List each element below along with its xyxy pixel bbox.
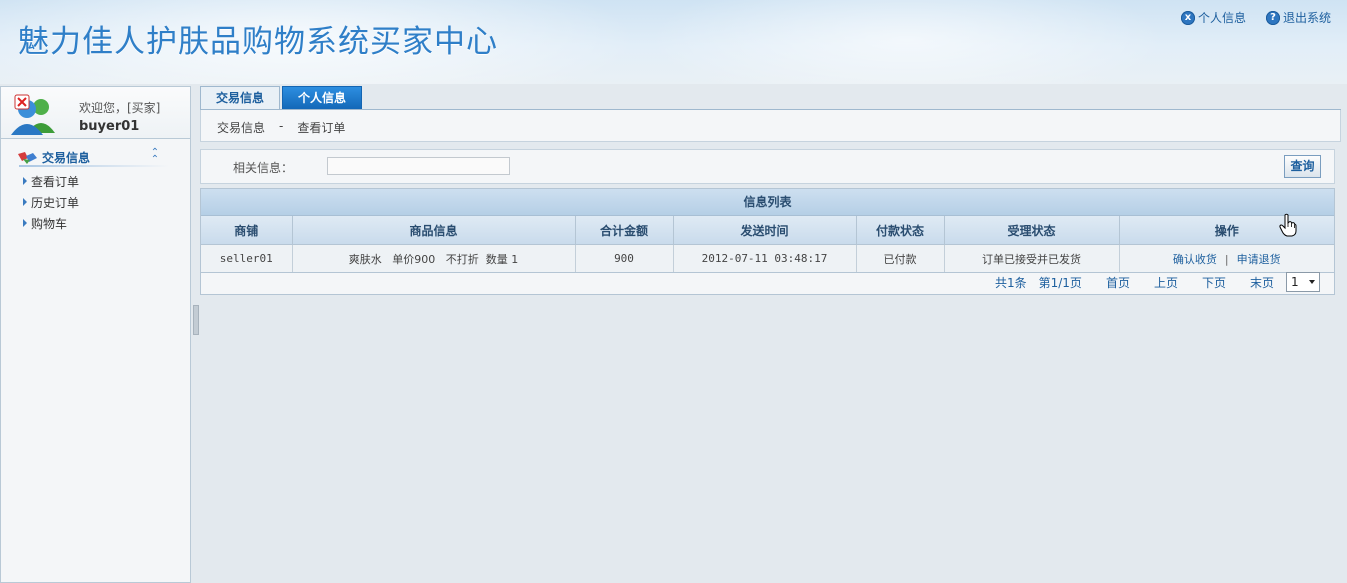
menu-group-label: 交易信息 (42, 151, 91, 165)
close-circle-icon: x (1180, 10, 1195, 25)
page-select-value: 1 (1291, 275, 1299, 289)
column-header: 付款状态 (856, 216, 945, 245)
personal-info-link[interactable]: x 个人信息 (1180, 9, 1246, 26)
search-panel: 相关信息： 查询 (200, 149, 1335, 184)
cell-time: 2012-07-11 03:48:17 (673, 244, 857, 273)
chevron-down-icon (1309, 280, 1315, 284)
sidebar-item-label: 查看订单 (31, 174, 80, 189)
order-list-panel: 信息列表 商铺 商品信息 合计金额 发送时间 付款状态 受理状态 操作 sell… (200, 188, 1335, 295)
triangle-right-icon (23, 219, 27, 227)
column-header: 发送时间 (673, 216, 857, 245)
search-input[interactable] (327, 157, 510, 175)
menu-group-divider (19, 165, 169, 167)
page-header: 魅力佳人护肤品购物系统买家中心 x 个人信息 ? 退出系统 (0, 0, 1347, 84)
sidebar-collapse-handle[interactable] (193, 305, 199, 335)
username: buyer01 (79, 119, 140, 134)
column-header: 商品信息 (292, 216, 576, 245)
cell-shop: seller01 (201, 244, 293, 273)
cell-pay-status: 已付款 (856, 244, 945, 273)
sidebar-item-label: 历史订单 (31, 195, 80, 210)
triangle-right-icon (23, 198, 27, 206)
pager-page-info: 第1/1页 (1038, 275, 1082, 290)
cell-actions: 确认收货 | 申请退货 (1119, 244, 1334, 273)
sidebar-item-order-history[interactable]: 历史订单 (23, 193, 79, 211)
users-avatar-icon (11, 94, 55, 135)
sidebar-item-view-orders[interactable]: 查看订单 (23, 172, 79, 190)
pager-last-link[interactable]: 末页 (1250, 274, 1274, 291)
confirm-receipt-link[interactable]: 确认收货 (1173, 253, 1217, 266)
logout-label: 退出系统 (1282, 11, 1331, 25)
request-return-link[interactable]: 申请退货 (1237, 253, 1281, 266)
column-header: 合计金额 (575, 216, 674, 245)
column-header: 操作 (1119, 216, 1334, 245)
header-links: x 个人信息 ? 退出系统 (1180, 9, 1331, 26)
pager-first-link[interactable]: 首页 (1106, 274, 1130, 291)
sidebar-item-cart[interactable]: 购物车 (23, 214, 67, 232)
breadcrumb-bar: 交易信息 - 查看订单 (200, 110, 1341, 142)
sidebar-item-label: 购物车 (31, 216, 68, 231)
table-header-row: 商铺 商品信息 合计金额 发送时间 付款状态 受理状态 操作 (201, 216, 1334, 245)
list-title: 信息列表 (201, 189, 1334, 216)
user-box: 欢迎您，[买家] buyer01 (1, 87, 190, 139)
orders-table: 商铺 商品信息 合计金额 发送时间 付款状态 受理状态 操作 seller01 … (201, 216, 1334, 273)
column-header: 受理状态 (944, 216, 1120, 245)
sidebar: 欢迎您，[买家] buyer01 交易信息 ⌃ ⌃ 查看订单 历史订单 购物车 (0, 86, 191, 583)
page-select[interactable]: 1 (1286, 272, 1320, 292)
breadcrumb-separator: - (279, 119, 284, 133)
pager-next-link[interactable]: 下页 (1202, 274, 1226, 291)
action-separator: | (1224, 252, 1229, 266)
cell-total: 900 (575, 244, 674, 273)
tab-trade-info[interactable]: 交易信息 (200, 86, 280, 110)
breadcrumb-page: 查看订单 (297, 121, 346, 135)
logout-link[interactable]: ? 退出系统 (1265, 9, 1331, 26)
search-label: 相关信息： (233, 161, 294, 175)
personal-info-label: 个人信息 (1197, 11, 1246, 25)
help-circle-icon: ? (1265, 10, 1280, 25)
triangle-right-icon (23, 177, 27, 185)
hand-pointer-icon (1279, 213, 1297, 237)
breadcrumb: 交易信息 - 查看订单 (217, 119, 345, 136)
breadcrumb-section: 交易信息 (217, 121, 266, 135)
pager-total: 共1条 (994, 275, 1027, 290)
double-chevron-up-icon[interactable]: ⌃ ⌃ (149, 148, 161, 165)
tab-personal-info[interactable]: 个人信息 (282, 86, 362, 110)
app-title: 魅力佳人护肤品购物系统买家中心 (18, 24, 498, 60)
menu-group-trade[interactable]: 交易信息 ⌃ ⌃ (1, 147, 190, 167)
column-header: 商铺 (201, 216, 293, 245)
cell-product: 爽肤水 单价900 不打折 数量 1 (292, 244, 576, 273)
pagination: 共1条 第1/1页 首页 上页 下页 末页 1 (995, 272, 1320, 292)
cell-process-status: 订单已接受并已发货 (944, 244, 1120, 273)
pager-prev-link[interactable]: 上页 (1154, 274, 1178, 291)
query-button[interactable]: 查询 (1284, 155, 1321, 178)
trade-menu-icon (18, 152, 37, 164)
welcome-text: 欢迎您，[买家] (79, 101, 161, 115)
table-row: seller01 爽肤水 单价900 不打折 数量 1 900 2012-07-… (201, 244, 1334, 273)
